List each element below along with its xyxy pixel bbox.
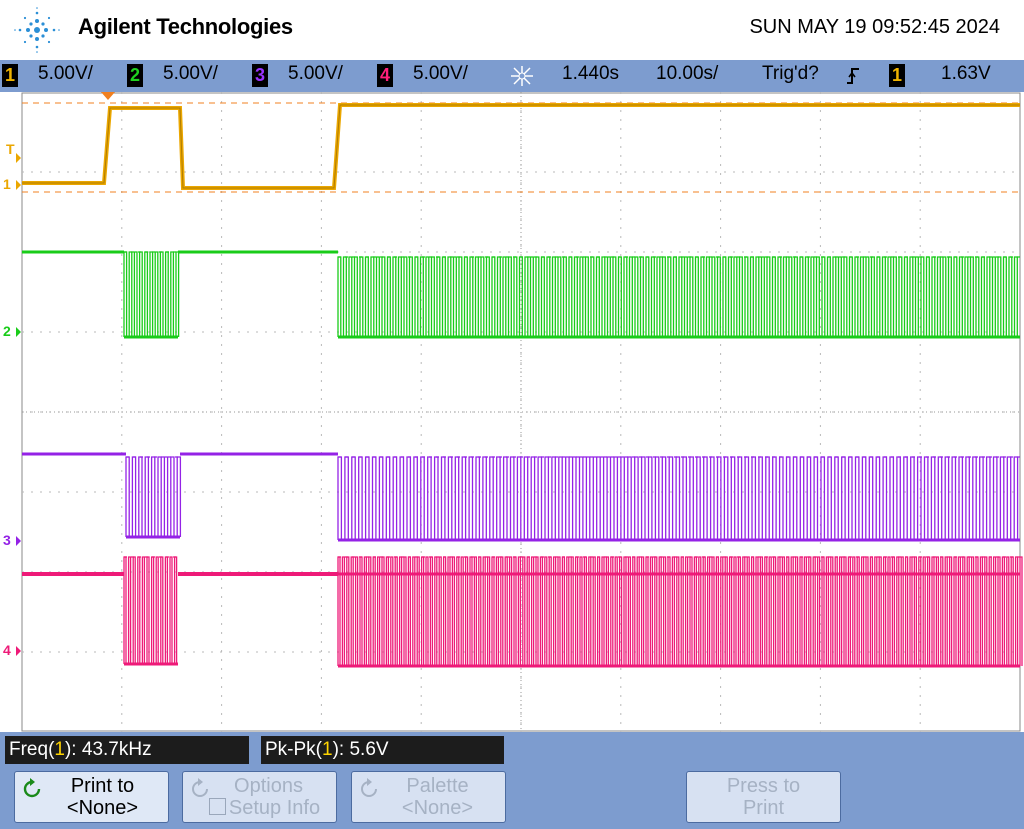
ch3-ground-marker[interactable]: 3 xyxy=(3,532,11,548)
marker-arrow xyxy=(16,327,21,337)
options-softkey[interactable]: Options Setup Info xyxy=(182,771,337,823)
softkey-value: <None> xyxy=(66,797,139,819)
trigger-level[interactable]: 1.63V xyxy=(941,63,991,85)
palette-softkey[interactable]: Palette <None> xyxy=(351,771,506,823)
ch4-ground-marker[interactable]: 4 xyxy=(3,642,11,658)
pkpk-source: 1 xyxy=(322,739,333,760)
print-to-softkey[interactable]: Print to <None> xyxy=(14,771,169,823)
channel-1-tag[interactable]: 1 xyxy=(2,64,18,87)
softkey-value: Setup Info xyxy=(228,797,321,819)
agilent-logo-icon xyxy=(14,7,60,53)
graticule xyxy=(16,92,1023,732)
softkey-value: Print xyxy=(742,797,785,819)
rotate-icon xyxy=(361,778,377,797)
ch1-ground-marker[interactable]: 1 xyxy=(3,176,11,192)
measurement-bar: Freq(1): 43.7kHz Pk-Pk(1): 5.6V xyxy=(0,732,1024,769)
trigger-level-marker[interactable]: T xyxy=(6,141,15,157)
softkey-label: Press to xyxy=(726,775,801,797)
ch2-burst-1 xyxy=(123,251,180,337)
rising-edge-icon xyxy=(847,68,859,84)
softkey-value: <None> xyxy=(401,797,474,819)
marker-arrow xyxy=(16,646,21,656)
channel-2-tag[interactable]: 2 xyxy=(127,64,143,87)
marker-arrow xyxy=(16,153,21,163)
channel-4-tag[interactable]: 4 xyxy=(377,64,393,87)
brand-name: Agilent Technologies xyxy=(78,14,293,39)
pkpk-label-end: ): xyxy=(332,739,350,760)
trigger-position-marker xyxy=(101,92,115,100)
pkpk-label: Pk-Pk( xyxy=(265,739,322,760)
delay-icon xyxy=(511,66,533,86)
date-time: SUN MAY 19 09:52:45 2024 xyxy=(749,16,1000,38)
ch3-burst-1 xyxy=(125,456,182,537)
timebase-value[interactable]: 10.00s/ xyxy=(656,63,718,85)
ch3-burst-2 xyxy=(337,456,1019,540)
trigger-source-tag[interactable]: 1 xyxy=(889,64,905,87)
waveform-display[interactable]: T 1 2 3 4 xyxy=(0,92,1024,732)
softkey-bar: Print to <None> Options Setup Info Palet… xyxy=(0,769,1024,829)
freq-label: Freq( xyxy=(9,739,55,760)
rotate-icon xyxy=(23,778,41,798)
ch2-burst-2 xyxy=(337,256,1018,337)
marker-arrow xyxy=(16,536,21,546)
trigger-status: Trig'd? xyxy=(762,63,819,84)
pkpk-value: 5.6V xyxy=(349,739,389,760)
pkpk-measurement[interactable]: Pk-Pk(1): 5.6V xyxy=(261,736,504,764)
trace-layer xyxy=(22,103,1023,668)
status-bar: 1 5.00V/ 2 5.00V/ 3 5.00V/ 4 5.00V/ 1.44… xyxy=(0,60,1024,92)
channel-4-scale[interactable]: 5.00V/ xyxy=(413,63,468,85)
channel-3-scale[interactable]: 5.00V/ xyxy=(288,63,343,85)
channel-3-tag[interactable]: 3 xyxy=(252,64,268,87)
freq-source: 1 xyxy=(54,739,65,760)
channel-1-scale[interactable]: 5.00V/ xyxy=(38,63,93,85)
marker-arrow xyxy=(16,180,21,190)
checkbox-icon xyxy=(208,798,226,815)
rotate-icon xyxy=(192,778,208,797)
channel-2-scale[interactable]: 5.00V/ xyxy=(163,63,218,85)
ch2-ground-marker[interactable]: 2 xyxy=(3,323,11,339)
freq-label-end: ): xyxy=(64,739,82,760)
header: Agilent Technologies SUN MAY 19 09:52:45… xyxy=(0,0,1024,60)
press-to-print-softkey[interactable]: Press to Print xyxy=(686,771,841,823)
ch4-burst-1 xyxy=(123,556,178,664)
delay-value[interactable]: 1.440s xyxy=(562,63,619,85)
freq-value: 43.7kHz xyxy=(81,739,152,760)
freq-measurement[interactable]: Freq(1): 43.7kHz xyxy=(5,736,249,764)
